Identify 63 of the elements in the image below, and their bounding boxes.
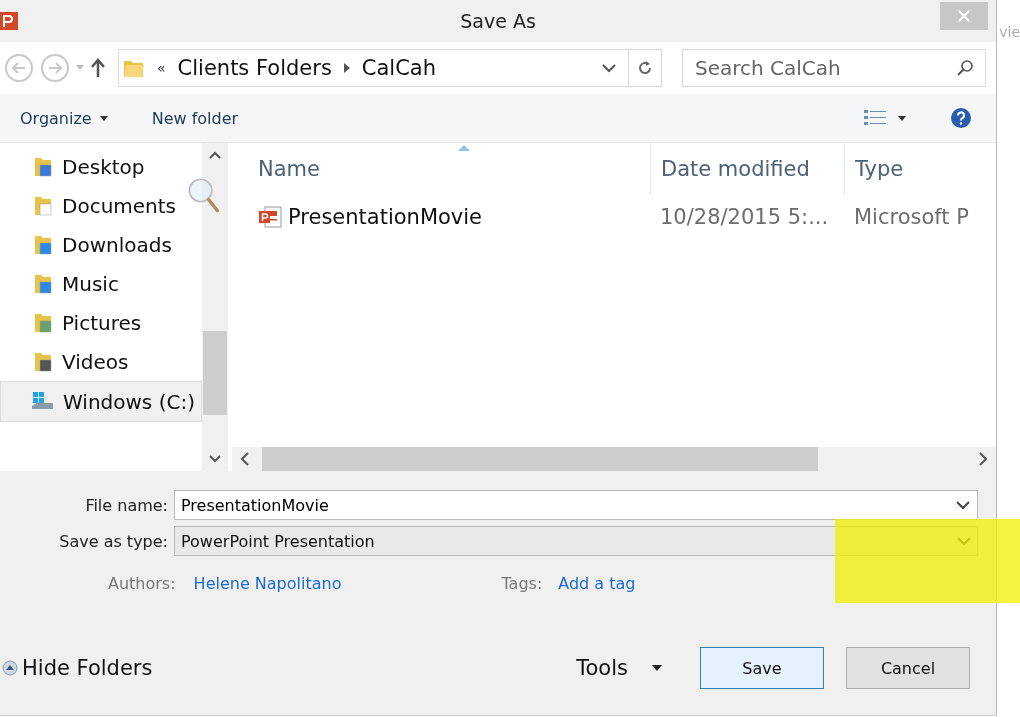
add-tag-link[interactable]: Add a tag xyxy=(558,573,636,593)
file-name: PresentationMovie xyxy=(288,205,483,229)
folder-icon xyxy=(34,272,54,295)
presentation-file-icon xyxy=(258,205,282,229)
folder-icon xyxy=(34,155,54,178)
refresh-icon[interactable] xyxy=(636,59,654,77)
window-title: Save As xyxy=(460,10,536,32)
scroll-thumb[interactable] xyxy=(262,447,818,471)
file-name-field[interactable]: PresentationMovie xyxy=(174,490,978,520)
column-header[interactable]: Type xyxy=(844,143,996,195)
sidebar-item[interactable]: Pictures xyxy=(0,303,202,342)
tools-button[interactable]: Tools xyxy=(570,655,668,681)
field-label: File name: xyxy=(84,495,169,515)
breadcrumb-item[interactable]: CalCah xyxy=(361,56,437,80)
folder-icon xyxy=(34,350,54,373)
up-arrow-icon[interactable] xyxy=(90,58,106,78)
tags-label: Tags: xyxy=(501,573,543,593)
dropdown-chevron-icon[interactable] xyxy=(956,500,970,510)
field-label: Save as type: xyxy=(58,531,169,551)
date-cell-text: 10/28/2015 5:... xyxy=(659,205,830,229)
breadcrumb-item[interactable]: Clients Folders xyxy=(177,56,332,80)
address-bar[interactable]: « Clients Folders CalCah xyxy=(118,49,662,87)
sidebar-item[interactable]: Videos xyxy=(0,342,202,381)
presentation-app-icon xyxy=(0,10,20,32)
cancel-button[interactable]: Cancel xyxy=(846,647,970,689)
search-field[interactable]: Search CalCah xyxy=(682,49,986,87)
search-icon xyxy=(956,59,974,77)
file-row[interactable]: PresentationMovie 10/28/2015 5:... Microsoft P xyxy=(232,195,996,239)
scroll-left-icon[interactable] xyxy=(240,452,250,466)
vertical-scrollbar[interactable] xyxy=(202,143,228,471)
sort-caret-icon xyxy=(458,145,470,151)
sidebar-item[interactable]: Downloads xyxy=(0,225,202,264)
type-cell-text: Microsoft P xyxy=(853,205,970,229)
sidebar-item[interactable]: Windows (C:) xyxy=(0,381,202,422)
view-options-icon[interactable] xyxy=(864,109,888,127)
overflow-chevron[interactable]: « xyxy=(157,60,166,76)
magnifier-cursor-icon xyxy=(186,175,222,215)
horizontal-scrollbar[interactable] xyxy=(232,447,996,471)
dropdown-chevron-icon[interactable] xyxy=(602,63,616,73)
folder-icon xyxy=(34,311,54,334)
hide-folders-button[interactable]: Hide Folders xyxy=(2,656,153,680)
caret-icon[interactable] xyxy=(652,665,662,671)
organize-button[interactable]: Organize xyxy=(20,108,108,128)
folder-icon xyxy=(34,233,54,256)
authors-label: Authors: xyxy=(108,573,176,593)
new-folder-button[interactable]: New folder xyxy=(151,108,239,128)
background-text: vie xyxy=(999,24,1020,40)
caret-icon[interactable] xyxy=(898,115,906,121)
help-icon[interactable] xyxy=(950,107,972,129)
save-button[interactable]: Save xyxy=(700,647,824,689)
scroll-thumb[interactable] xyxy=(203,331,227,415)
column-header[interactable]: Date modified xyxy=(650,143,844,195)
authors-link[interactable]: Helene Napolitano xyxy=(193,573,342,593)
scroll-down-icon[interactable] xyxy=(209,455,221,463)
sidebar-item[interactable]: Documents xyxy=(0,186,202,225)
sidebar-item[interactable]: Desktop xyxy=(0,147,202,186)
sidebar-item[interactable]: Music xyxy=(0,264,202,303)
column-header[interactable]: Name xyxy=(232,143,650,195)
scroll-right-icon[interactable] xyxy=(978,452,988,466)
caret-icon[interactable] xyxy=(99,115,108,121)
scroll-up-icon[interactable] xyxy=(209,151,221,159)
folder-icon xyxy=(34,194,54,217)
chevron-icon[interactable] xyxy=(343,63,350,73)
